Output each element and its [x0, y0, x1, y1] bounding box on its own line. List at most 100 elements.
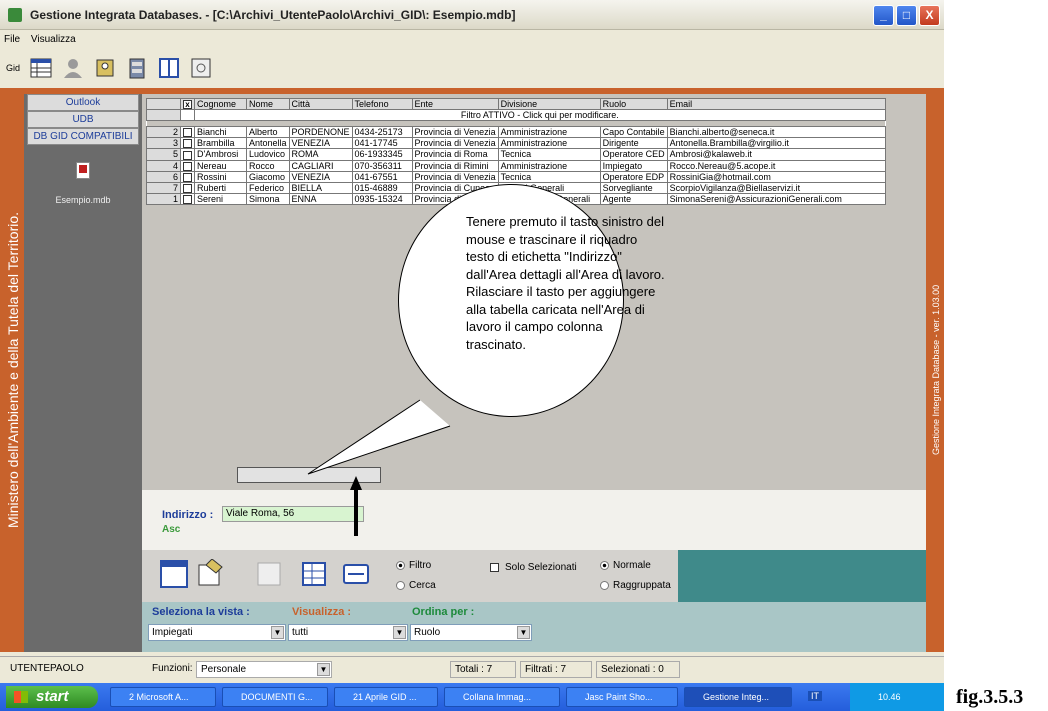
keys-icon[interactable] — [92, 54, 118, 82]
settings-icon[interactable] — [188, 54, 214, 82]
table-cell[interactable]: 015-46889 — [351, 181, 413, 194]
minimize-button[interactable]: _ — [873, 5, 894, 26]
table-cell[interactable]: Federico — [246, 181, 290, 194]
address-field[interactable]: Viale Roma, 56 — [222, 506, 364, 522]
row-checkbox[interactable] — [180, 192, 195, 206]
table-cell[interactable]: Rocco.Nereau@5.acope.it — [666, 159, 886, 172]
address-label[interactable]: Indirizzo : — [162, 509, 213, 521]
table-cell[interactable]: 041-17745 — [351, 137, 413, 150]
table-cell[interactable]: Tecnica — [497, 170, 601, 183]
menu-file[interactable]: File — [0, 31, 24, 48]
table-cell[interactable]: RossiniGia@hotmail.com — [666, 170, 886, 183]
table-cell[interactable]: Giacomo — [246, 170, 290, 183]
select-all-checkbox[interactable]: x — [180, 97, 195, 111]
table-row[interactable]: 5 D'Ambrosi Ludovico ROMA 06-1933345 Provinci… — [146, 148, 886, 161]
form-view-icon[interactable] — [160, 557, 188, 591]
row-checkbox[interactable] — [180, 170, 195, 183]
table-cell[interactable]: VENEZIA — [288, 170, 353, 183]
table-cell[interactable]: Alberto — [246, 126, 290, 139]
outlook-button[interactable]: Outlook — [27, 94, 139, 111]
table-cell[interactable]: CAGLIARI — [288, 159, 353, 172]
task-access[interactable]: 2 Microsoft A... — [110, 687, 216, 707]
table-cell[interactable]: PORDENONE — [288, 126, 353, 139]
user-icon[interactable] — [60, 54, 86, 82]
table-cell[interactable]: Ambrosi@kalaweb.it — [666, 148, 886, 161]
field-icon[interactable] — [342, 557, 370, 591]
task-paintshop[interactable]: Jasc Paint Sho... — [566, 687, 678, 707]
filter-radio[interactable]: Filtro — [396, 560, 431, 571]
table-cell[interactable]: Provincia di Roma — [411, 148, 499, 161]
table-cell[interactable]: Provincia di Venezia — [411, 170, 499, 183]
table-cell[interactable]: Dirigente — [599, 137, 668, 150]
table-cell[interactable]: Sorvegliante — [599, 181, 668, 194]
task-documenti[interactable]: DOCUMENTI G... — [222, 687, 328, 707]
table-cell[interactable]: Provincia di Venezia — [411, 126, 499, 139]
start-button[interactable]: start — [6, 686, 98, 708]
table-cell[interactable]: Operatore EDP — [599, 170, 668, 183]
table-cell[interactable]: Tecnica — [497, 148, 601, 161]
maximize-button[interactable]: □ — [896, 5, 917, 26]
table-cell[interactable]: ScorpioVigilanza@Biellaservizi.it — [666, 181, 886, 194]
table-cell[interactable]: Impiegato — [599, 159, 668, 172]
table-row[interactable]: 6 Rossini Giacomo VENEZIA 041-67551 Provincia… — [146, 170, 886, 183]
table-row[interactable]: 2 Bianchi Alberto PORDENONE 0434-25173 Provin… — [146, 126, 886, 139]
table-cell[interactable]: ENNA — [288, 192, 353, 206]
table-cell[interactable]: Nereau — [194, 159, 247, 172]
table-view-icon[interactable] — [300, 557, 328, 591]
selected-only-checkbox[interactable]: Solo Selezionati — [490, 562, 577, 573]
visualizza-select[interactable]: tutti ▼ — [288, 624, 408, 641]
table-cell[interactable]: Provincia di Venezia — [411, 137, 499, 150]
col-header[interactable]: Divisione — [497, 97, 601, 111]
row-checkbox[interactable] — [180, 148, 195, 161]
table-cell[interactable]: Provincia di Rimini — [411, 159, 499, 172]
table-cell[interactable]: SimonaSereni@AssicurazioniGenerali.com — [666, 192, 886, 206]
close-button[interactable]: X — [919, 5, 940, 26]
table-cell[interactable]: Capo Contabile — [599, 126, 668, 139]
udb-button[interactable]: UDB — [27, 111, 139, 128]
table-cell[interactable]: Rossini — [194, 170, 247, 183]
menu-visualizza[interactable]: Visualizza — [27, 31, 80, 48]
table-cell[interactable]: 0434-25173 — [351, 126, 413, 139]
col-header[interactable]: Email — [666, 97, 886, 111]
col-header[interactable]: Nome — [246, 97, 290, 111]
table-cell[interactable]: D'Ambrosi — [194, 148, 247, 161]
table-cell[interactable]: Ruberti — [194, 181, 247, 194]
columns-icon[interactable] — [156, 54, 182, 82]
table-cell[interactable]: VENEZIA — [288, 137, 353, 150]
table-cell[interactable]: Antonella — [246, 137, 290, 150]
col-header[interactable]: Ente — [411, 97, 499, 111]
table-cell[interactable]: Operatore CED — [599, 148, 668, 161]
row-checkbox[interactable] — [180, 137, 195, 150]
col-header[interactable]: Cognome — [194, 97, 247, 111]
view-select[interactable]: Impiegati ▼ — [148, 624, 286, 641]
table-cell[interactable]: Amministrazione — [497, 126, 601, 139]
col-header[interactable]: Telefono — [351, 97, 413, 111]
col-header[interactable]: Città — [288, 97, 353, 111]
filter-active-banner[interactable]: Filtro ATTIVO - Click qui per modificare… — [194, 109, 886, 122]
language-indicator[interactable]: IT — [808, 691, 822, 701]
table-cell[interactable]: 070-356311 — [351, 159, 413, 172]
table-cell[interactable]: Brambilla — [194, 137, 247, 150]
table-cell[interactable]: Antonella.Brambilla@virgilio.it — [666, 137, 886, 150]
table-row[interactable]: 4 Nereau Rocco CAGLIARI 070-356311 Provincia … — [146, 159, 886, 172]
table-cell[interactable]: Simona — [246, 192, 290, 206]
row-checkbox[interactable] — [180, 159, 195, 172]
table-cell[interactable]: 06-1933345 — [351, 148, 413, 161]
table-icon[interactable] — [28, 54, 54, 82]
col-header[interactable]: Ruolo — [599, 97, 668, 111]
table-cell[interactable]: Bianchi.alberto@seneca.it — [666, 126, 886, 139]
search-radio[interactable]: Cerca — [396, 580, 436, 591]
table-cell[interactable]: 041-67551 — [351, 170, 413, 183]
table-row[interactable]: 3 Brambilla Antonella VENEZIA 041-17745 Provi… — [146, 137, 886, 150]
table-cell[interactable]: Ludovico — [246, 148, 290, 161]
table-cell[interactable]: ROMA — [288, 148, 353, 161]
form-edit-icon[interactable] — [196, 557, 224, 591]
table-cell[interactable]: Bianchi — [194, 126, 247, 139]
row-checkbox[interactable] — [180, 126, 195, 139]
row-checkbox[interactable] — [180, 181, 195, 194]
table-cell[interactable]: 0935-15324 — [351, 192, 413, 206]
table-cell[interactable]: BIELLA — [288, 181, 353, 194]
database-file[interactable]: Esempio.mdb — [24, 162, 142, 205]
order-select[interactable]: Ruolo ▼ — [410, 624, 532, 641]
grouped-radio[interactable]: Raggruppata — [600, 580, 671, 591]
